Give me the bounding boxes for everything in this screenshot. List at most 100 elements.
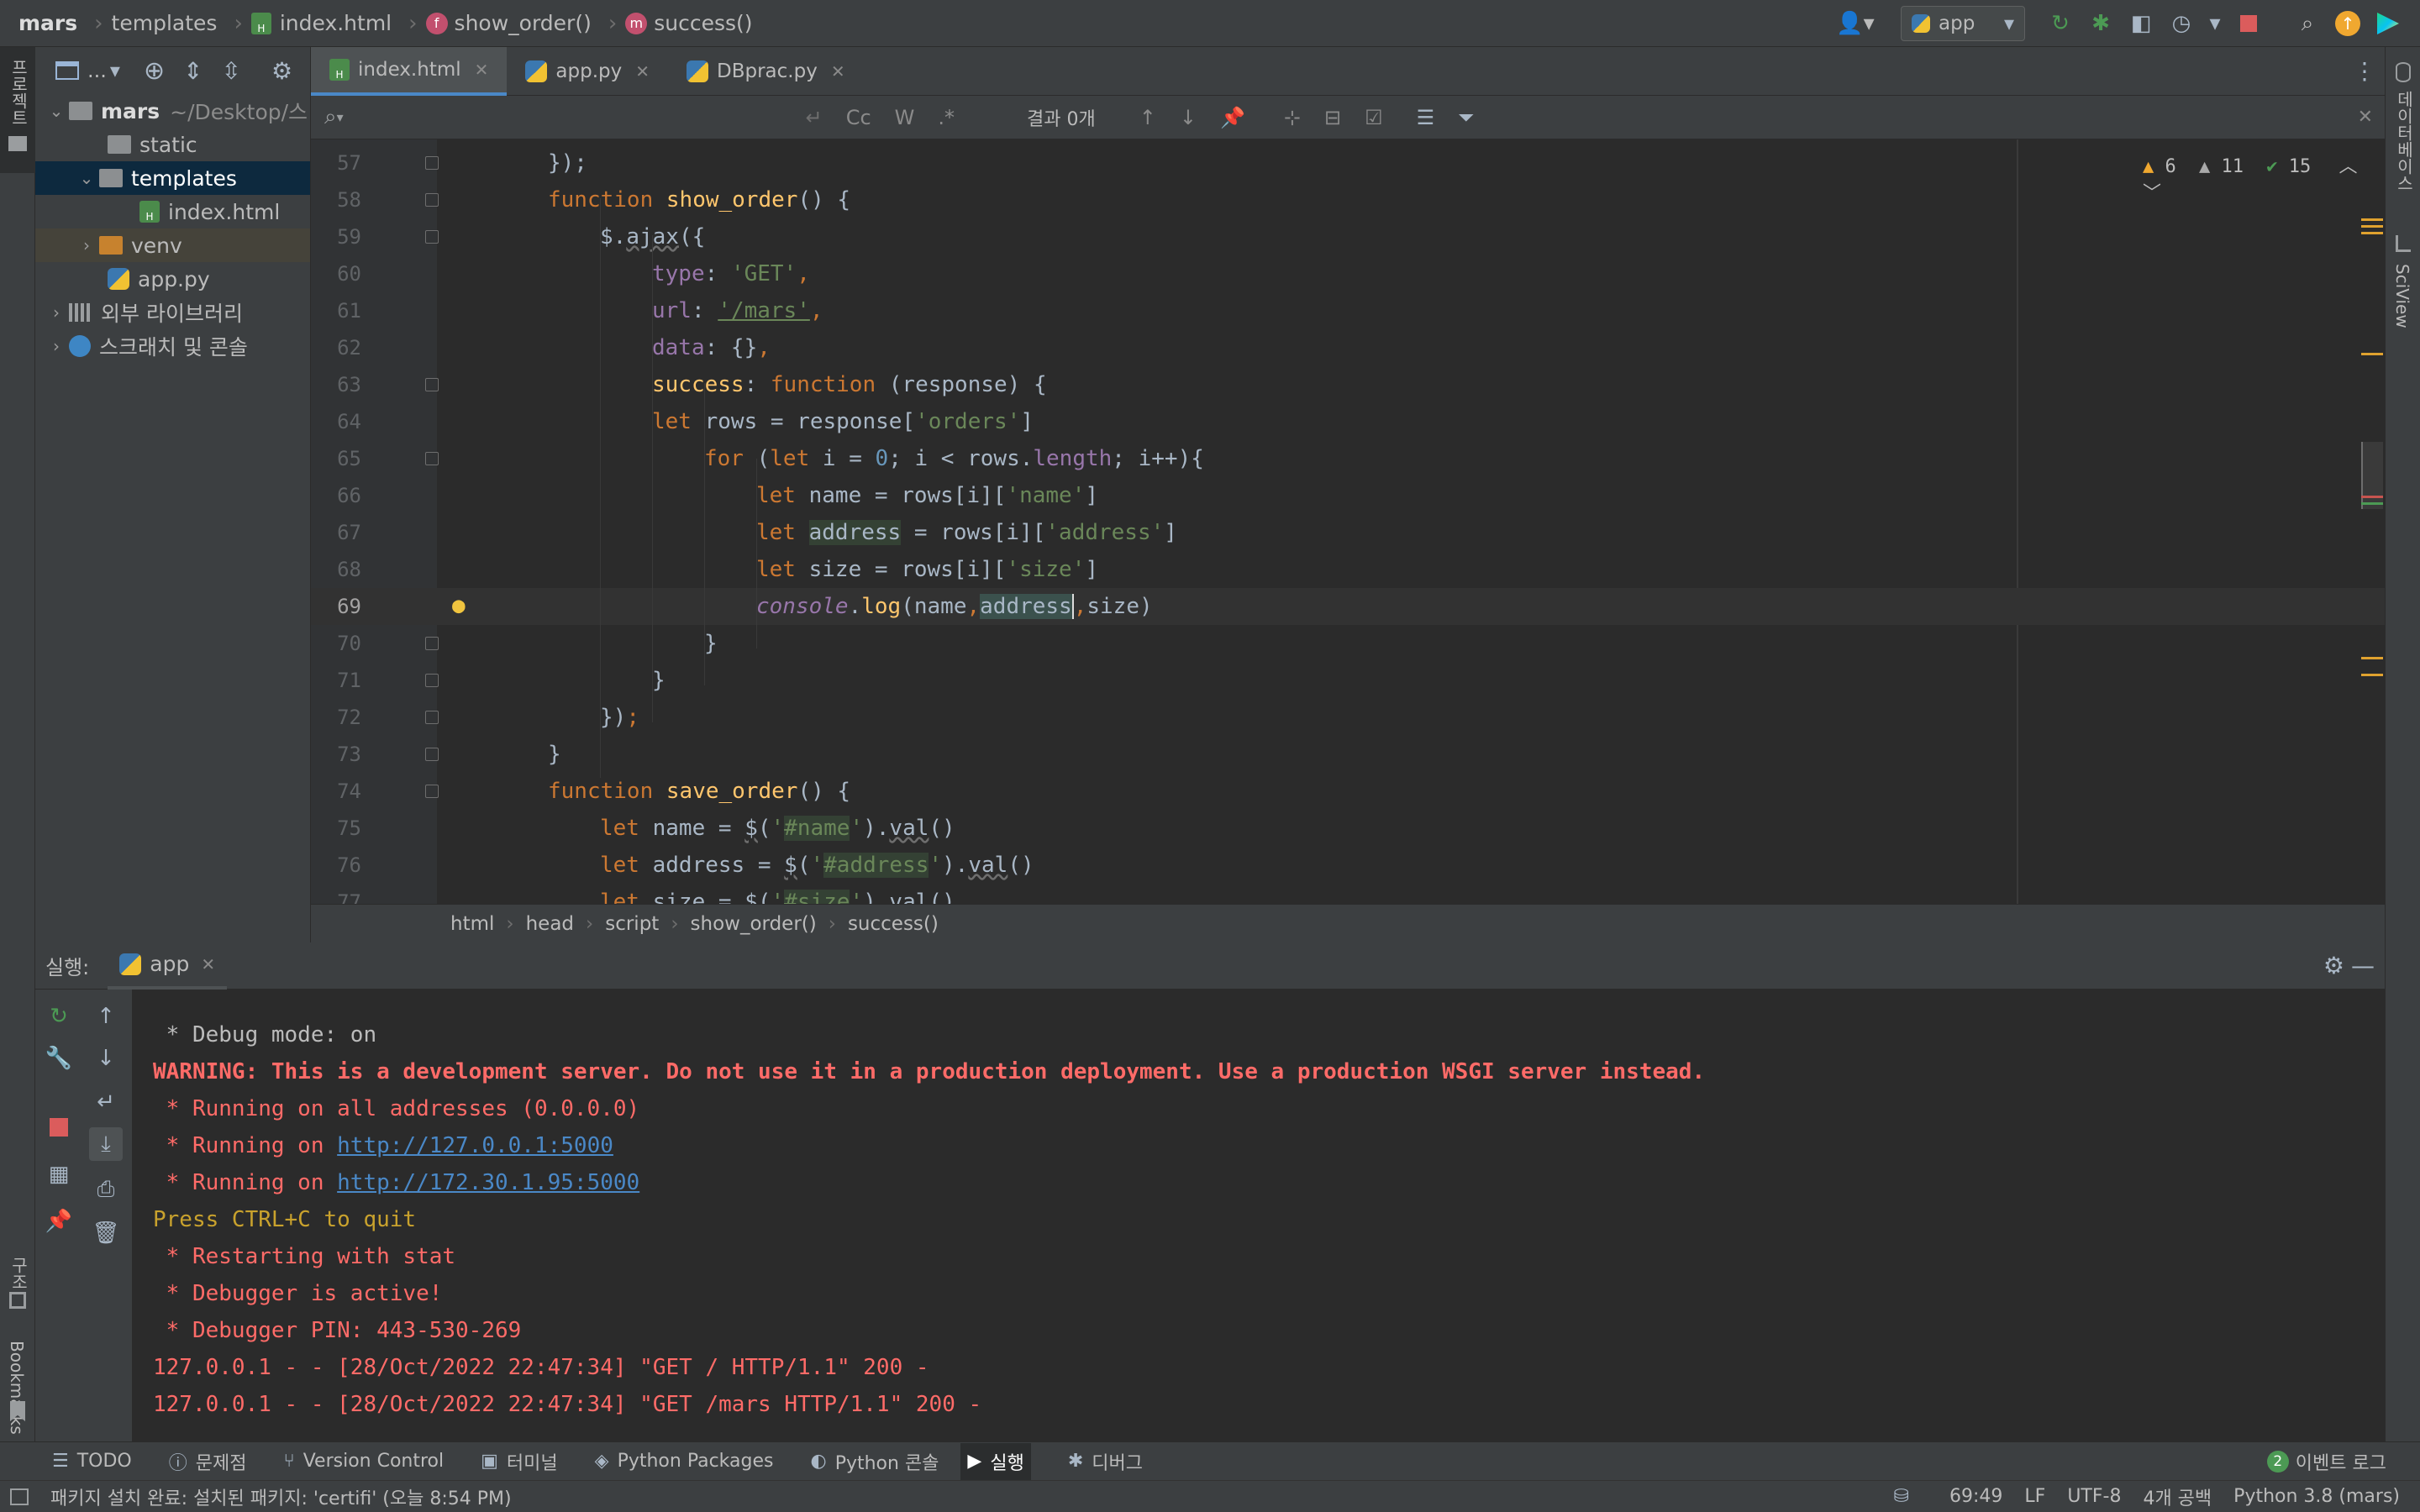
update-icon[interactable]: ↑ bbox=[2331, 7, 2365, 40]
crumb-method[interactable]: m success() bbox=[625, 11, 753, 35]
search-history-icon[interactable]: ▾ bbox=[337, 109, 344, 125]
tree-item-static[interactable]: static bbox=[35, 128, 310, 161]
breadcrumb-show-order[interactable]: show_order() bbox=[691, 913, 817, 935]
tool-python-console[interactable]: ◐ Python 콘솔 bbox=[810, 1448, 939, 1475]
wrench-icon[interactable]: 🔧 bbox=[42, 1042, 76, 1075]
close-icon[interactable]: ✕ bbox=[2358, 107, 2373, 128]
line-separator[interactable]: LF bbox=[2024, 1486, 2045, 1507]
pin-icon[interactable]: 📌 bbox=[42, 1205, 76, 1238]
status-message[interactable]: 패키지 설치 완료: 설치된 패키지: 'certifi' (오늘 8:54 P… bbox=[50, 1483, 512, 1510]
fold-marker-icon[interactable] bbox=[425, 785, 439, 798]
rerun-icon[interactable]: ↻ bbox=[2044, 7, 2077, 40]
crumb-file[interactable]: Hindex.html bbox=[250, 11, 392, 35]
more-run-options-icon[interactable]: ▾ bbox=[2205, 7, 2225, 40]
next-occurrence-icon[interactable]: ↓ bbox=[1180, 106, 1197, 129]
tree-item-app-py[interactable]: app.py bbox=[35, 262, 310, 296]
file-encoding[interactable]: UTF-8 bbox=[2067, 1486, 2121, 1507]
db-sync-icon[interactable]: ⛁ bbox=[1894, 1486, 1909, 1507]
fold-marker-icon[interactable] bbox=[425, 378, 439, 391]
fold-marker-icon[interactable] bbox=[425, 230, 439, 244]
search-input[interactable] bbox=[351, 100, 806, 134]
code-editor[interactable]: ▲ 6 ▲ 11 ✔ 15 ︿ ﹀ 57 }); 58 function sho… bbox=[311, 139, 2385, 904]
tool-problems[interactable]: ⓘ 문제점 bbox=[169, 1448, 247, 1475]
tool-python-packages[interactable]: ◈ Python Packages bbox=[595, 1451, 774, 1472]
run-console[interactable]: * Debug mode: on WARNING: This is a deve… bbox=[133, 990, 2385, 1441]
gear-icon[interactable]: ⚙ bbox=[2323, 952, 2344, 979]
fold-marker-icon[interactable] bbox=[425, 637, 439, 650]
whole-words-toggle[interactable]: W bbox=[895, 106, 915, 129]
filter-icon[interactable]: ⏷ bbox=[1458, 106, 1474, 129]
user-icon[interactable]: 👤▾ bbox=[1830, 7, 1881, 40]
soft-wrap-icon[interactable]: ↵ bbox=[89, 1085, 123, 1119]
console-link[interactable]: http://172.30.1.95:5000 bbox=[337, 1170, 639, 1195]
tool-debug[interactable]: ✱ 디버그 bbox=[1068, 1448, 1143, 1475]
project-tool-button[interactable]: 프로젝트 bbox=[0, 47, 35, 173]
add-selection-icon[interactable]: ⊹ bbox=[1284, 106, 1301, 129]
tree-item-venv[interactable]: › venv bbox=[35, 228, 310, 262]
lightbulb-icon[interactable]: ● bbox=[452, 593, 466, 618]
previous-occurrence-icon[interactable]: ↑ bbox=[1139, 106, 1156, 129]
down-arrow-icon[interactable]: ↓ bbox=[89, 1042, 123, 1075]
crumb-function[interactable]: f show_order() bbox=[425, 11, 592, 35]
regex-toggle[interactable]: .* bbox=[938, 106, 955, 129]
fold-marker-icon[interactable] bbox=[425, 452, 439, 465]
print-icon[interactable]: ⎙ bbox=[89, 1173, 123, 1206]
view-select-label[interactable]: ... bbox=[87, 59, 107, 82]
collapse-all-icon[interactable]: ⇳ bbox=[222, 57, 241, 85]
console-link[interactable]: http://127.0.0.1:5000 bbox=[337, 1133, 613, 1158]
python-interpreter[interactable]: Python 3.8 (mars) bbox=[2233, 1486, 2400, 1507]
locate-icon[interactable]: ⊕ bbox=[144, 56, 165, 86]
stop-icon[interactable] bbox=[42, 1110, 76, 1144]
tool-terminal[interactable]: ▣ 터미널 bbox=[481, 1448, 558, 1475]
select-all-occurrences-icon[interactable]: ☑ bbox=[1365, 106, 1383, 129]
rerun-icon[interactable]: ↻ bbox=[42, 1000, 76, 1033]
more-tabs-icon[interactable]: ⋮ bbox=[2353, 57, 2376, 85]
crumb-templates[interactable]: templates bbox=[112, 11, 218, 35]
stop-icon[interactable] bbox=[2232, 7, 2265, 40]
gear-icon[interactable]: ⚙ bbox=[271, 57, 292, 85]
close-icon[interactable]: ✕ bbox=[475, 60, 489, 80]
database-tool-button[interactable]: 데이터베이스 bbox=[2386, 55, 2420, 223]
caret-position[interactable]: 69:49 bbox=[1949, 1486, 2002, 1507]
tool-todo[interactable]: ☰ TODO bbox=[52, 1451, 132, 1472]
coverage-icon[interactable]: ◧ bbox=[2124, 7, 2158, 40]
breadcrumb-head[interactable]: head bbox=[526, 913, 574, 935]
panel-toggle-icon[interactable] bbox=[10, 1488, 29, 1505]
tool-version-control[interactable]: ⑂ Version Control bbox=[284, 1451, 445, 1472]
breadcrumb-success[interactable]: success() bbox=[848, 913, 939, 935]
up-arrow-icon[interactable]: ↑ bbox=[89, 1000, 123, 1033]
run-configuration-select[interactable]: app ▾ bbox=[1901, 6, 2025, 41]
remove-selection-icon[interactable]: ⊟ bbox=[1324, 106, 1341, 129]
crumb-project[interactable]: mars bbox=[18, 11, 77, 35]
close-icon[interactable]: ✕ bbox=[635, 61, 650, 81]
view-select-icon[interactable] bbox=[55, 61, 79, 80]
tab-app-py[interactable]: app.py ✕ bbox=[507, 47, 668, 96]
close-icon[interactable]: ✕ bbox=[831, 61, 845, 81]
expand-all-icon[interactable]: ⇕ bbox=[183, 57, 203, 85]
breadcrumb-html[interactable]: html bbox=[450, 913, 494, 935]
layout-icon[interactable]: ▦ bbox=[42, 1158, 76, 1191]
fold-marker-icon[interactable] bbox=[425, 156, 439, 170]
replace-toggle-icon[interactable]: ↵ bbox=[806, 106, 823, 129]
debug-icon[interactable]: ✱ bbox=[2084, 7, 2118, 40]
search-icon[interactable]: ⌕ bbox=[2291, 7, 2324, 40]
fold-marker-icon[interactable] bbox=[425, 674, 439, 687]
pin-icon[interactable]: 📌 bbox=[1220, 106, 1245, 129]
breadcrumb-script[interactable]: script bbox=[605, 913, 659, 935]
match-case-toggle[interactable]: Cc bbox=[846, 106, 871, 129]
tree-item-external-libraries[interactable]: › 외부 라이브러리 bbox=[35, 296, 310, 329]
tree-item-templates[interactable]: ⌄ templates bbox=[35, 161, 310, 195]
tool-run[interactable]: ▶ 실행 bbox=[960, 1442, 1031, 1480]
tree-item-scratches[interactable]: › 스크래치 및 콘솔 bbox=[35, 329, 310, 363]
filter-options-icon[interactable]: ☰ bbox=[1417, 106, 1435, 129]
indent-setting[interactable]: 4개 공백 bbox=[2143, 1483, 2212, 1510]
minimize-icon[interactable]: — bbox=[2351, 952, 2375, 979]
fold-marker-icon[interactable] bbox=[425, 711, 439, 724]
trash-icon[interactable]: 🗑 bbox=[89, 1216, 123, 1250]
tab-index-html[interactable]: H index.html ✕ bbox=[311, 46, 508, 96]
run-tab-app[interactable]: app ✕ bbox=[108, 942, 228, 990]
tree-item-mars[interactable]: ⌄ mars ~/Desktop/스 bbox=[35, 94, 310, 128]
fold-marker-icon[interactable] bbox=[425, 193, 439, 207]
tab-dbprac-py[interactable]: DBprac.py ✕ bbox=[668, 47, 864, 96]
tree-item-index-html[interactable]: H index.html bbox=[35, 195, 310, 228]
